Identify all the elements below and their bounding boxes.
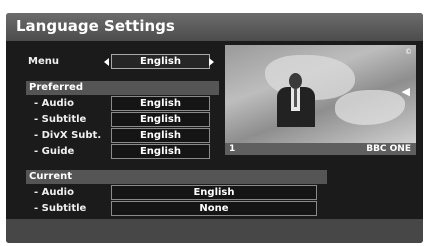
current-header: Current (26, 170, 327, 184)
presenter-head (289, 73, 302, 89)
preferred-subtitle-value[interactable]: English (111, 112, 210, 127)
menu-label: Menu (28, 56, 59, 67)
speaker-icon: ◀ (401, 85, 410, 98)
preferred-audio-label: - Audio (34, 98, 74, 109)
menu-language-selector[interactable]: English (111, 54, 210, 69)
arrow-left-icon[interactable] (104, 58, 109, 66)
preferred-divx-subt-value[interactable]: English (111, 128, 210, 143)
current-audio-label: - Audio (34, 187, 74, 198)
preferred-guide-value[interactable]: English (111, 144, 210, 159)
channel-number: 1 (229, 144, 236, 154)
osd-screen: Language Settings Menu English Preferred… (6, 13, 423, 243)
preferred-guide-label: - Guide (34, 146, 75, 157)
video-preview: © ◀ (225, 45, 416, 143)
presenter-tie (294, 89, 297, 107)
bottom-bar (6, 219, 423, 243)
preferred-subtitle-label: - Subtitle (34, 114, 87, 125)
preferred-divx-subt-label: - DivX Subt. (34, 130, 102, 141)
channel-logo-mark: © (405, 48, 412, 56)
weather-map-landmass (335, 90, 405, 125)
title-bar: Language Settings (6, 13, 423, 41)
preferred-audio-value[interactable]: English (111, 96, 210, 111)
preferred-header: Preferred (26, 81, 219, 95)
channel-info-bar: 1 BBC ONE (225, 143, 416, 155)
current-subtitle-value: None (111, 201, 317, 216)
current-audio-value: English (111, 185, 317, 200)
current-subtitle-label: - Subtitle (34, 203, 87, 214)
arrow-right-icon[interactable] (209, 58, 214, 66)
channel-name: BBC ONE (366, 144, 411, 154)
page-title: Language Settings (16, 17, 175, 35)
